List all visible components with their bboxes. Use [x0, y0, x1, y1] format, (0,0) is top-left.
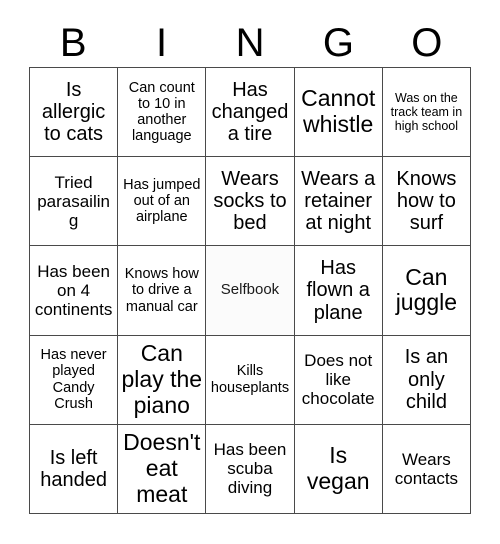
bingo-cell[interactable]: Wears a retainer at night: [294, 157, 383, 247]
bingo-cell[interactable]: Knows how to drive a manual car: [118, 246, 207, 336]
bingo-cell[interactable]: Can juggle: [382, 246, 471, 336]
header-letter-n: N: [235, 20, 265, 65]
bingo-cell[interactable]: Has been on 4 continents: [30, 246, 119, 336]
bingo-cell[interactable]: Wears socks to bed: [206, 157, 295, 247]
bingo-cell-label: Is an only child: [404, 346, 449, 413]
bingo-cell[interactable]: Is allergic to cats: [30, 68, 119, 158]
bingo-cell-label: Tried parasailing: [37, 172, 110, 230]
bingo-cell-label: Was on the track team in high school: [390, 91, 463, 134]
bingo-cell[interactable]: Doesn't eat meat: [118, 424, 207, 514]
bingo-cell-label: Cannot whistle: [301, 85, 376, 138]
bingo-cell-label: Has flown a plane: [306, 256, 370, 324]
bingo-free-space-cell[interactable]: Selfbook: [206, 246, 295, 336]
bingo-cell[interactable]: Kills houseplants: [206, 335, 295, 425]
bingo-cell[interactable]: Tried parasailing: [30, 157, 119, 247]
header-letter-i: I: [156, 20, 168, 65]
bingo-cell[interactable]: Has been scuba diving: [206, 424, 295, 514]
bingo-cell-label: Is allergic to cats: [41, 78, 106, 146]
bingo-cell[interactable]: Can play the piano: [118, 335, 207, 425]
bingo-cell-label: Knows how to surf: [396, 167, 457, 235]
bingo-cell-label: Selfbook: [220, 281, 280, 299]
bingo-cell[interactable]: Has jumped out of an airplane: [118, 157, 207, 247]
header-letter-b: B: [59, 20, 87, 65]
bingo-grid: Is allergic to cats Can count to 10 in an…: [29, 67, 471, 514]
bingo-cell[interactable]: Is vegan: [294, 424, 383, 514]
bingo-cell-label: Wears a retainer at night: [301, 167, 376, 235]
bingo-cell-label: Has changed a tire: [211, 78, 289, 146]
bingo-cell-label: Is vegan: [306, 442, 370, 494]
bingo-cell[interactable]: Wears contacts: [382, 424, 471, 514]
bingo-cell[interactable]: Knows how to surf: [382, 157, 471, 247]
bingo-card: B I N G O Is allergic to cats Can count t…: [0, 0, 500, 544]
bingo-cell-label: Has been on 4 continents: [34, 261, 113, 319]
bingo-cell[interactable]: Has flown a plane: [294, 246, 383, 336]
bingo-cell-label: Knows how to drive a manual car: [124, 266, 199, 315]
bingo-cell[interactable]: Cannot whistle: [294, 68, 383, 158]
bingo-cell[interactable]: Is left handed: [30, 424, 119, 514]
bingo-cell[interactable]: Was on the track team in high school: [382, 68, 471, 158]
bingo-cell-label: Can play the piano: [121, 340, 203, 418]
bingo-cell-label: Has jumped out of an airplane: [123, 176, 201, 226]
bingo-cell[interactable]: Can count to 10 in another language: [118, 68, 207, 158]
bingo-cell[interactable]: Has changed a tire: [206, 68, 295, 158]
header-letter-g: G: [322, 20, 354, 65]
bingo-cell-label: Does not like chocolate: [301, 351, 375, 409]
header-letter-o: O: [411, 20, 443, 65]
bingo-cell-label: Doesn't eat meat: [123, 429, 201, 507]
bingo-cell-label: Wears contacts: [394, 449, 459, 488]
bingo-header-row: B I N G O: [29, 18, 471, 67]
bingo-cell[interactable]: Is an only child: [382, 335, 471, 425]
bingo-cell-label: Can juggle: [395, 263, 458, 316]
bingo-cell-label: Has never played Candy Crush: [40, 347, 107, 412]
bingo-cell-label: Is left handed: [40, 446, 107, 491]
bingo-cell-label: Wears socks to bed: [213, 167, 287, 235]
bingo-cell-label: Has been scuba diving: [213, 440, 287, 498]
bingo-cell-label: Can count to 10 in another language: [128, 79, 195, 145]
bingo-cell[interactable]: Has never played Candy Crush: [30, 335, 119, 425]
bingo-cell-label: Kills houseplants: [210, 363, 290, 396]
bingo-cell[interactable]: Does not like chocolate: [294, 335, 383, 425]
